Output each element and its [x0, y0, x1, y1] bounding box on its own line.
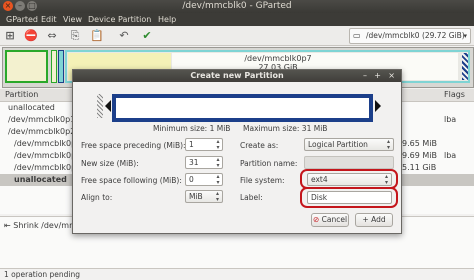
shrink-icon: ⇤ — [4, 221, 11, 230]
menu-view[interactable]: View — [63, 13, 82, 26]
partition-name-label: Partition name: — [240, 159, 298, 168]
map-unallocated-2 — [462, 53, 468, 80]
new-size-label: New size (MiB): — [81, 159, 139, 168]
cancel-button[interactable]: ⊘ Cancel — [311, 213, 349, 227]
create-as-value: Logical Partition — [308, 140, 368, 149]
max-size-text: Maximum size: 31 MiB — [243, 124, 328, 133]
delete-icon[interactable]: ⛔ — [24, 29, 38, 42]
partition-name-value — [305, 157, 308, 166]
size-cell: 9.65 MiB — [402, 139, 437, 148]
list-item[interactable]: /dev/mmcblk0p2 — [8, 127, 75, 136]
menu-edit[interactable]: Edit — [41, 13, 57, 26]
column-header-partition[interactable]: Partition — [5, 90, 38, 99]
list-item[interactable]: unallocated — [8, 103, 55, 112]
spin-arrows-icon[interactable]: ▴ ▾ — [215, 174, 221, 186]
device-selector[interactable]: ▭ /dev/mmcblk0 (29.72 GiB) ▾ — [349, 28, 471, 44]
create-partition-dialog: Create new Partition – + × Minimum size:… — [72, 69, 402, 234]
new-size-value: 31 — [189, 158, 199, 167]
file-system-label: File system: — [240, 176, 285, 185]
dialog-titlebar: Create new Partition – + × — [73, 70, 401, 82]
partition-size-graphic[interactable] — [97, 92, 381, 122]
apply-icon[interactable]: ✔ — [140, 29, 154, 42]
cancel-icon: ⊘ — [312, 215, 320, 224]
dialog-title: Create new Partition — [190, 71, 284, 80]
align-to-combo[interactable]: MiB ▴ ▾ — [185, 190, 223, 203]
free-after-spinner[interactable]: 0 ▴ ▾ — [185, 173, 223, 186]
menu-gparted[interactable]: GParted — [6, 13, 38, 26]
new-size-spinner[interactable]: 31 ▴ ▾ — [185, 156, 223, 169]
free-after-value: 0 — [189, 175, 194, 184]
spin-arrows-icon[interactable]: ▴ ▾ — [215, 157, 221, 169]
close-icon[interactable]: × — [3, 1, 13, 11]
size-cell: 9.69 MiB — [402, 151, 437, 160]
toolbar: ⊞ ⛔ ⇔ ⎘ 📋 ↶ ✔ ▭ /dev/mmcblk0 (29.72 GiB)… — [0, 26, 474, 46]
flag-cell: lba — [444, 115, 457, 124]
resize-move-icon[interactable]: ⇔ — [45, 29, 59, 42]
add-icon: + — [362, 215, 369, 224]
map-selected-name: /dev/mmcblk0p7 — [244, 54, 312, 63]
window-titlebar: × – □ /dev/mmcblk0 - GParted — [0, 0, 474, 13]
column-header-flags[interactable]: Flags — [444, 90, 465, 99]
create-as-label: Create as: — [240, 141, 279, 150]
free-after-label: Free space following (MiB): — [81, 176, 182, 185]
device-selector-label: /dev/mmcblk0 (29.72 GiB) — [366, 31, 465, 40]
chevron-updown-icon: ▴ ▾ — [386, 138, 390, 151]
status-bar: 1 operation pending — [0, 268, 474, 280]
copy-icon[interactable]: ⎘ — [68, 29, 82, 42]
label-highlight — [300, 187, 398, 208]
new-partition-icon[interactable]: ⊞ — [3, 29, 17, 42]
menu-help[interactable]: Help — [158, 13, 176, 26]
right-handle-icon[interactable] — [375, 100, 381, 112]
status-text: 1 operation pending — [4, 270, 81, 279]
chevron-updown-icon: ▴ ▾ — [215, 190, 219, 203]
partition-name-input[interactable] — [304, 156, 394, 169]
free-before-label: Free space preceding (MiB): — [81, 141, 186, 150]
graphic-left-margin — [97, 94, 103, 118]
dialog-close-icon[interactable]: × — [388, 70, 395, 82]
map-partition-p1[interactable] — [51, 50, 57, 83]
dialog-maximize-icon[interactable]: + — [374, 70, 381, 82]
align-to-value: MiB — [189, 192, 203, 201]
dialog-minimize-icon[interactable]: – — [363, 70, 367, 82]
cancel-button-label: Cancel — [321, 215, 348, 224]
chevron-down-icon: ▾ — [463, 32, 467, 40]
list-item[interactable]: /dev/mmcblk0p1 — [8, 115, 75, 124]
add-button-label: Add — [371, 215, 386, 224]
list-item-label: unallocated — [14, 175, 67, 184]
align-to-label: Align to: — [81, 193, 113, 202]
min-size-text: Minimum size: 1 MiB — [153, 124, 231, 133]
flag-cell: lba — [444, 151, 457, 160]
disk-icon: ▭ — [353, 31, 361, 40]
add-button[interactable]: + Add — [355, 213, 393, 227]
file-system-highlight — [300, 169, 398, 189]
new-partition-block[interactable] — [112, 94, 373, 122]
minimize-icon[interactable]: – — [15, 1, 25, 11]
left-handle-icon[interactable] — [105, 100, 111, 112]
window-title: /dev/mmcblk0 - GParted — [182, 1, 292, 11]
maximize-icon[interactable]: □ — [27, 1, 37, 11]
paste-icon[interactable]: 📋 — [90, 29, 104, 42]
menu-device[interactable]: Device — [88, 13, 115, 26]
size-cell: 5.11 GiB — [402, 163, 437, 172]
menu-partition[interactable]: Partition — [118, 13, 151, 26]
map-unallocated-1[interactable] — [5, 50, 48, 83]
map-partition-p2[interactable] — [58, 50, 64, 83]
spin-arrows-icon[interactable]: ▴ ▾ — [215, 139, 221, 151]
create-as-combo[interactable]: Logical Partition ▴ ▾ — [304, 138, 394, 151]
free-before-spinner[interactable]: 1 ▴ ▾ — [185, 138, 223, 151]
menu-bar: GParted Edit View Device Partition Help — [0, 13, 474, 26]
undo-icon[interactable]: ↶ — [117, 29, 131, 42]
free-before-value: 1 — [189, 140, 194, 149]
label-field-label: Label: — [240, 193, 263, 202]
